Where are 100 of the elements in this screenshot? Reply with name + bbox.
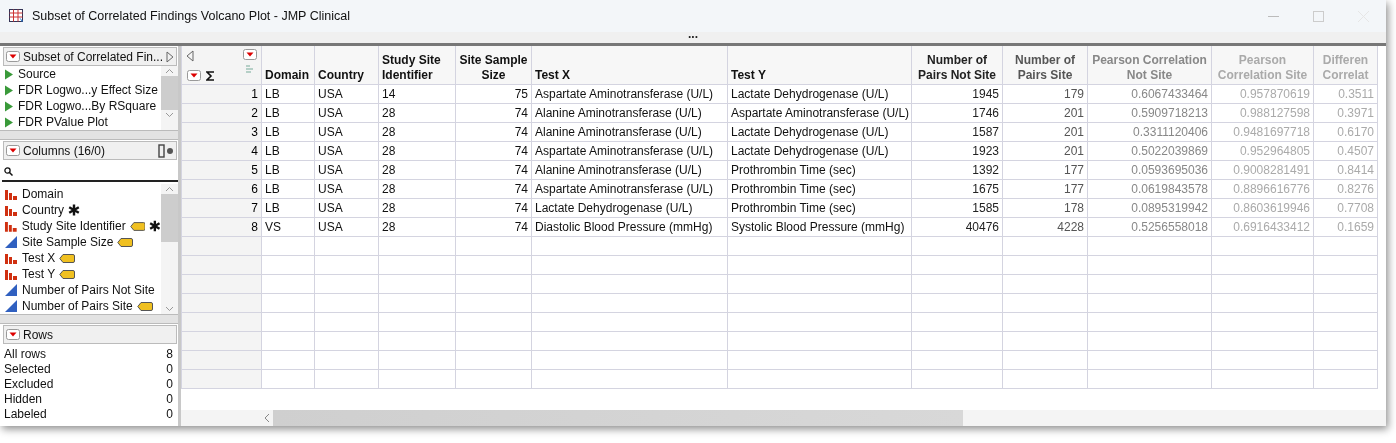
row-state-count: 8 [166,346,173,361]
column-settings-icon[interactable] [158,143,174,158]
table-cell: Alanine Aminotransferase (U/L) [535,163,702,177]
table-cell: 1746 [972,106,999,120]
play-icon [4,84,14,96]
scrollbar-thumb[interactable] [161,76,178,110]
table-cell: 28 [382,163,396,177]
table-cell: 1392 [972,163,999,177]
sort-lines-icon[interactable] [245,65,255,75]
expand-arrow-icon[interactable] [166,50,174,63]
table-cell: 74 [514,163,528,177]
sigma-icon[interactable] [206,71,215,81]
table-cell: Diastolic Blood Pressure (mmHg) [535,220,713,234]
table-cell: Alanine Aminotransferase (U/L) [535,125,702,139]
script-item[interactable]: FDR Logwo...By RSquare [18,99,157,113]
column-name[interactable]: Test Y [22,267,56,281]
table-cell: 28 [382,220,396,234]
row-number[interactable]: 3 [251,125,258,139]
column-name[interactable]: Domain [22,187,64,201]
bar-chart-icon [4,187,18,201]
play-icon [4,116,14,128]
row-number[interactable]: 6 [251,182,258,196]
table-cell: Systolic Blood Pressure (mmHg) [731,220,905,234]
table-cell: 4228 [1057,220,1084,234]
table-cell: USA [318,106,343,120]
row-number[interactable]: 2 [251,106,258,120]
table-cell: Prothrombin Time (sec) [731,201,856,215]
scroll-down-icon[interactable] [165,304,174,314]
table-cell: 0.8414 [1337,163,1374,177]
column-name[interactable]: Number of Pairs Site [22,299,133,313]
table-cell: 0.0619843578 [1131,182,1208,196]
row-state-count: 0 [166,406,173,421]
more-handle[interactable]: ... [688,32,698,43]
scroll-up-icon[interactable] [165,66,174,76]
script-item[interactable]: Source [18,67,57,81]
bar-chart-icon [4,203,18,217]
column-name[interactable]: Study Site Identifier [21,219,126,233]
table-cell: USA [318,163,343,177]
menu-triangle-icon[interactable] [243,49,257,60]
table-cell: 0.9008281491 [1233,163,1310,177]
bar-chart-icon [4,251,18,265]
table-cell: USA [318,220,343,234]
scroll-down-icon[interactable] [165,110,174,120]
table-cell: LB [265,87,280,101]
menu-triangle-icon[interactable] [6,145,20,156]
row-number[interactable]: 8 [251,220,258,234]
table-cell: 40476 [965,220,999,234]
table-cell: 28 [382,106,396,120]
triangle-icon [4,299,18,313]
column-name[interactable]: Number of Pairs Not Site [22,283,155,297]
table-cell: 178 [1063,201,1084,215]
table-cell: 1587 [972,125,999,139]
table-cell: Aspartate Aminotransferase (U/L) [535,87,714,101]
table-cell: 0.9481697718 [1233,125,1310,139]
table-cell: 74 [514,106,528,120]
table-cell: 0.6170 [1337,125,1374,139]
menu-triangle-icon[interactable] [6,329,20,340]
horizontal-scrollbar[interactable] [181,410,1386,426]
table-cell: Lactate Dehydrogenase (U/L) [535,201,693,215]
row-number[interactable]: 1 [251,87,258,101]
scrollbar-thumb[interactable] [161,194,178,242]
scroll-up-icon[interactable] [165,184,174,194]
table-cell: 0.3311120406 [1133,125,1208,139]
column-name[interactable]: Site Sample Size [22,235,114,249]
row-state-label: Hidden [4,391,43,406]
search-icon [4,166,13,176]
collapse-arrow-icon[interactable] [186,50,194,62]
column-name[interactable]: Test X [22,251,56,265]
table-cell: 0.988127598 [1239,106,1310,120]
table-cell: LB [265,125,280,139]
menu-triangle-icon[interactable] [187,70,201,81]
row-number[interactable]: 5 [251,163,258,177]
table-cell: 0.3971 [1337,106,1374,120]
script-item[interactable]: FDR Logwo...y Effect Size [18,83,158,97]
row-number[interactable]: 7 [251,201,258,215]
column-name[interactable]: Country [22,203,65,217]
table-cell: 1923 [972,144,999,158]
script-item[interactable]: FDR PValue Plot [18,115,108,129]
triangle-icon [4,235,18,249]
row-state-label: Labeled [4,406,47,421]
row-state-count: 0 [166,391,173,406]
maximize-icon[interactable] [1313,10,1324,22]
table-cell: 1945 [972,87,999,101]
table-cell: 0.3511 [1338,87,1374,101]
row-state-count: 0 [166,361,173,376]
panel-splitter[interactable] [0,314,178,324]
table-cell: 201 [1063,144,1084,158]
table-cell: Prothrombin Time (sec) [731,182,856,196]
table-cell: 0.0895319942 [1131,201,1208,215]
row-number[interactable]: 4 [251,144,258,158]
table-cell: 74 [514,125,528,139]
table-cell: Aspartate Aminotransferase (U/L) [731,106,910,120]
table-cell: 0.8276 [1337,182,1374,196]
table-cell: 28 [382,201,396,215]
table-cell: Alanine Aminotransferase (U/L) [535,106,702,120]
panel-title: Columns (16/0) [23,143,107,158]
menu-triangle-icon[interactable] [6,51,20,62]
table-cell: USA [318,87,343,101]
table-cell: Prothrombin Time (sec) [731,163,856,177]
table-cell: LB [265,106,280,120]
